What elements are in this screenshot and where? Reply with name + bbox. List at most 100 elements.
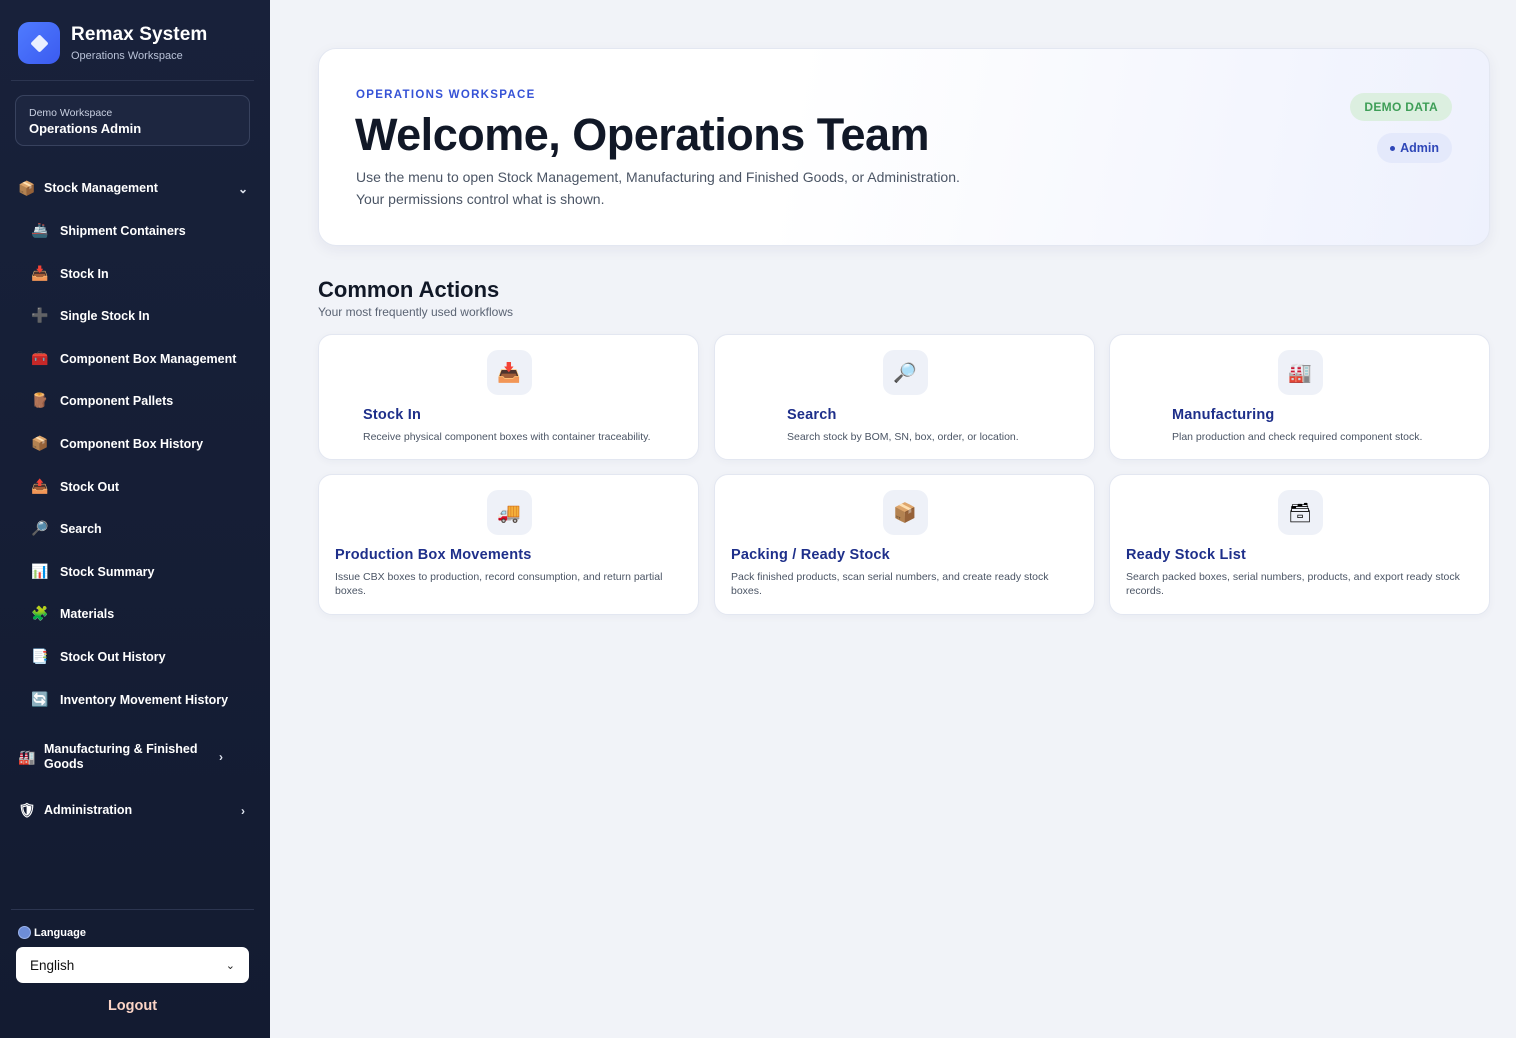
sidebar-item-stock-summary[interactable]: 📊 Stock Summary (30, 563, 250, 580)
brand[interactable]: Remax System Operations Workspace (18, 22, 207, 64)
plus-icon: ➕ (31, 307, 49, 323)
card-description: Plan production and check required compo… (1172, 431, 1423, 443)
hero-eyebrow: OPERATIONS WORKSPACE (356, 89, 536, 101)
hero-desc-line-1: Use the menu to open Stock Management, M… (356, 169, 960, 185)
package-icon: 📦 (31, 435, 49, 451)
sidebar-item-label: Materials (60, 606, 115, 621)
action-card-ready-stock-list[interactable]: 🗃 Ready Stock List Search packed boxes, … (1109, 474, 1490, 615)
shield-icon: 🛡 (18, 802, 36, 818)
nav-group-administration[interactable]: 🛡 Administration › (18, 802, 250, 819)
action-card-manufacturing[interactable]: 🏭 Manufacturing Plan production and chec… (1109, 334, 1490, 460)
divider (11, 80, 254, 81)
sidebar-item-label: Stock Summary (60, 564, 155, 579)
language-label-text: Language (34, 926, 86, 939)
card-title: Ready Stock List (1126, 547, 1247, 563)
role-badge: Admin (1377, 133, 1452, 163)
card-description: Search packed boxes, serial numbers, pro… (1126, 571, 1460, 597)
brand-title: Remax System (71, 24, 208, 45)
puzzle-icon: 🧩 (31, 605, 49, 621)
sidebar-item-stock-out-history[interactable]: 📑 Stock Out History (30, 648, 250, 665)
sidebar-item-component-box-management[interactable]: 🧰 Component Box Management (30, 350, 250, 367)
sidebar-item-label: Stock In (60, 266, 109, 281)
action-card-stock-in[interactable]: 📥 Stock In Receive physical component bo… (318, 334, 699, 460)
inbox-tray-icon: 📥 (31, 265, 49, 281)
sidebar-item-shipment-containers[interactable]: 🚢 Shipment Containers (30, 222, 250, 239)
card-description: Issue CBX boxes to production, record co… (335, 571, 663, 597)
workspace-card: Demo Workspace Operations Admin (15, 95, 250, 146)
sidebar-item-label: Inventory Movement History (60, 692, 229, 707)
sidebar-item-label: Shipment Containers (60, 223, 186, 238)
language-selected: English (30, 957, 75, 973)
sidebar-item-label: Component Box Management (60, 351, 237, 366)
workspace-name: Operations Admin (29, 121, 142, 136)
factory-icon: 🏭 (18, 748, 36, 765)
card-title: Production Box Movements (335, 547, 532, 563)
pallet-icon: 🪵 (31, 392, 49, 408)
sidebar-item-component-pallets[interactable]: 🪵 Component Pallets (30, 392, 250, 409)
card-title: Stock In (363, 407, 421, 423)
chevron-down-icon: ⌄ (237, 181, 249, 196)
role-badge-label: Admin (1400, 141, 1439, 155)
nav-group-label: Administration (44, 803, 133, 817)
cube-logo-icon (18, 22, 60, 64)
ship-icon: 🚢 (31, 222, 49, 238)
action-card-search[interactable]: 🔎 Search Search stock by BOM, SN, box, o… (714, 334, 1095, 460)
divider (11, 909, 254, 910)
inbox-tray-icon: 📥 (486, 350, 532, 395)
language-select[interactable]: English ⌄ (16, 947, 249, 983)
sidebar: Remax System Operations Workspace Demo W… (0, 0, 270, 1038)
card-title: Search (787, 407, 837, 423)
nav-group-label: Stock Management (44, 181, 158, 195)
page-title: Welcome, Operations Team (355, 109, 930, 160)
chevron-right-icon: › (219, 750, 223, 764)
welcome-hero: OPERATIONS WORKSPACE Welcome, Operations… (318, 48, 1490, 246)
language-label: Language (18, 926, 86, 939)
workspace-label: Demo Workspace (29, 107, 113, 119)
sidebar-item-single-stock-in[interactable]: ➕ Single Stock In (30, 307, 250, 324)
card-description: Search stock by BOM, SN, box, order, or … (787, 431, 1019, 443)
card-title: Packing / Ready Stock (731, 547, 890, 563)
bar-chart-icon: 📊 (31, 563, 49, 579)
sidebar-item-materials[interactable]: 🧩 Materials (30, 605, 250, 622)
card-description: Pack finished products, scan serial numb… (731, 571, 1049, 597)
section-subtitle: Your most frequently used workflows (318, 305, 513, 319)
nav-group-manufacturing[interactable]: 🏭 Manufacturing & Finished Goods › (18, 742, 250, 772)
card-file-box-icon: 🗃 (1277, 490, 1323, 535)
sidebar-item-inventory-movement-history[interactable]: 🔄 Inventory Movement History (30, 691, 250, 708)
delivery-truck-icon: 🚚 (486, 490, 532, 535)
action-card-production-box-movements[interactable]: 🚚 Production Box Movements Issue CBX box… (318, 474, 699, 615)
nav-group-label: Manufacturing & Finished Goods (44, 742, 198, 771)
sidebar-item-label: Stock Out History (60, 649, 166, 664)
section-title: Common Actions (318, 277, 500, 302)
package-icon: 📦 (18, 180, 36, 196)
outbox-tray-icon: 📤 (31, 478, 49, 494)
factory-icon: 🏭 (1277, 350, 1323, 395)
sidebar-item-component-box-history[interactable]: 📦 Component Box History (30, 435, 250, 452)
hero-desc-line-2: Your permissions control what is shown. (356, 191, 605, 207)
document-icon: 📑 (31, 648, 49, 664)
card-title: Manufacturing (1172, 407, 1275, 423)
dot-icon (1390, 145, 1396, 151)
brand-subtitle: Operations Workspace (71, 50, 183, 62)
package-icon: 📦 (882, 490, 928, 535)
nav-group-stock-management[interactable]: 📦 Stock Management ⌄ (18, 180, 250, 197)
demo-data-badge: DEMO DATA (1350, 93, 1452, 121)
sidebar-item-label: Single Stock In (60, 308, 150, 323)
sidebar-item-search[interactable]: 🔎 Search (30, 520, 250, 537)
globe-icon (18, 926, 31, 939)
sidebar-item-stock-out[interactable]: 📤 Stock Out (30, 478, 250, 495)
refresh-icon: 🔄 (31, 691, 49, 707)
sidebar-item-stock-in[interactable]: 📥 Stock In (30, 265, 250, 282)
chevron-down-icon: ⌄ (225, 959, 235, 972)
action-card-packing-ready-stock[interactable]: 📦 Packing / Ready Stock Pack finished pr… (714, 474, 1095, 615)
hero-description: Use the menu to open Stock Management, M… (356, 166, 1056, 210)
magnifier-icon: 🔎 (31, 520, 49, 536)
sidebar-item-label: Component Pallets (60, 393, 174, 408)
logout-button[interactable]: Logout (16, 998, 249, 1014)
toolbox-icon: 🧰 (31, 350, 49, 366)
magnifier-icon: 🔎 (882, 350, 928, 395)
card-description: Receive physical component boxes with co… (363, 431, 651, 443)
chevron-right-icon: › (241, 803, 245, 818)
sidebar-item-label: Search (60, 521, 102, 536)
sidebar-item-label: Component Box History (60, 436, 204, 451)
